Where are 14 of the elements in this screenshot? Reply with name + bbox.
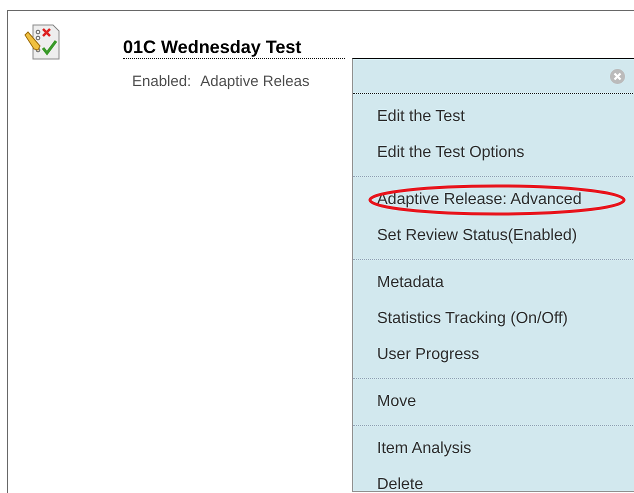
menu-item[interactable]: Statistics Tracking (On/Off) (377, 307, 568, 331)
menu-item[interactable]: Edit the Test (377, 105, 465, 129)
test-document-icon (23, 23, 61, 61)
item-title[interactable]: 01C Wednesday Test (123, 37, 345, 59)
close-icon[interactable] (610, 68, 625, 84)
menu-item[interactable]: Delete (377, 473, 424, 493)
status-value: Adaptive Releas (200, 72, 310, 92)
menu-item[interactable]: Set Review Status(Enabled) (377, 224, 578, 248)
status-label: Enabled: (132, 72, 192, 92)
menu-item[interactable]: Move (377, 390, 416, 414)
menu-item[interactable]: Edit the Test Options (377, 141, 524, 165)
menu-item[interactable]: User Progress (377, 343, 480, 367)
menu-item[interactable]: Item Analysis (377, 437, 472, 461)
menu-item[interactable]: Metadata (377, 271, 444, 295)
